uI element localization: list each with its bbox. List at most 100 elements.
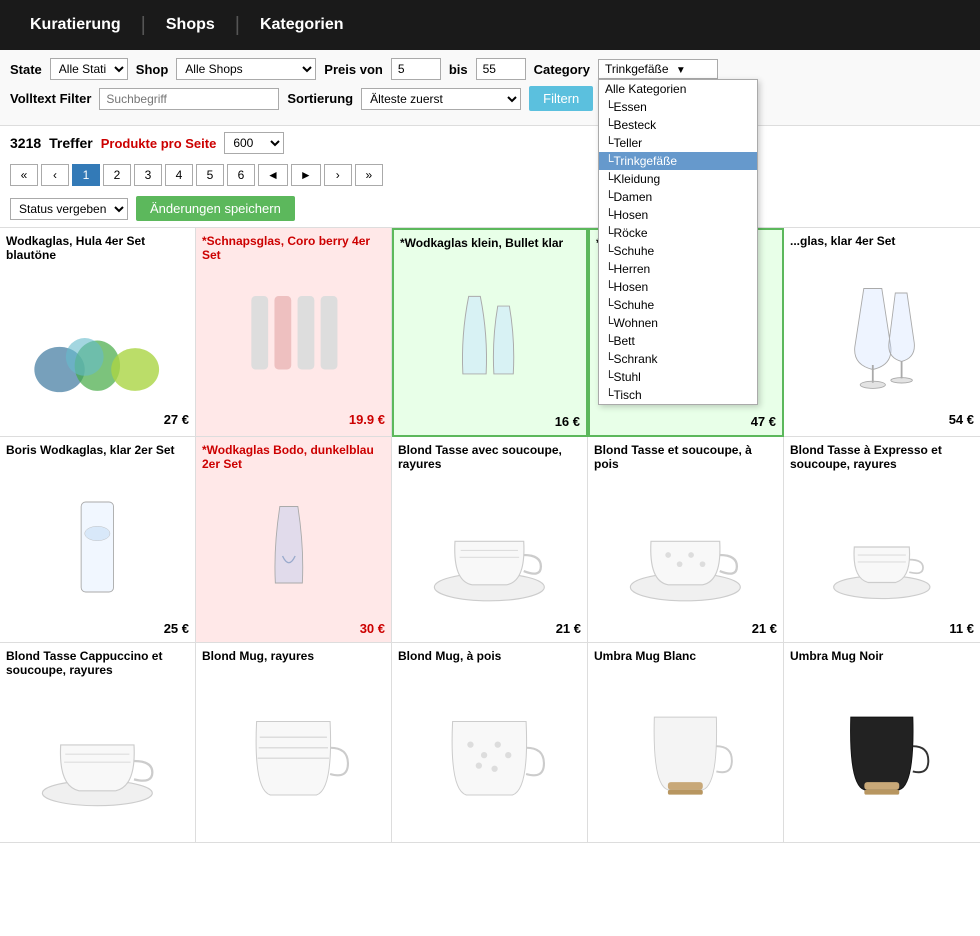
page-last[interactable]: » [355, 164, 383, 186]
product-img-7 [202, 477, 385, 617]
cat-teller[interactable]: └Teller [599, 134, 757, 152]
sortierung-select[interactable]: Älteste zuerst Neueste zuerst Preis aufs… [361, 88, 521, 110]
nav-shops[interactable]: Shops [146, 16, 235, 34]
cat-schuhe-d[interactable]: └Schuhe [599, 242, 757, 260]
product-card-15: Umbra Mug Noir [784, 643, 980, 843]
page-next-next[interactable]: › [324, 164, 352, 186]
product-img-9 [594, 477, 777, 617]
product-img-5 [790, 268, 974, 408]
cat-hosen-h[interactable]: └Hosen [599, 278, 757, 296]
filters-section: State Alle Stati Aktiv Inaktiv Shop Alle… [0, 50, 980, 126]
cat-rocke[interactable]: └Röcke [599, 224, 757, 242]
status-select[interactable]: Status vergeben Aktiv Inaktiv [10, 198, 128, 220]
product-img-2 [202, 268, 385, 408]
product-title-12: Blond Mug, rayures [202, 649, 385, 679]
product-card-6: Boris Wodkaglas, klar 2er Set 25 € [0, 437, 196, 643]
product-title-5: ...glas, klar 4er Set [790, 234, 974, 264]
product-price-4: 47 € [596, 414, 776, 429]
page-prev-arr[interactable]: ◄ [258, 164, 288, 186]
product-title-2: *Schnapsglas, Coro berry 4er Set [202, 234, 385, 264]
category-value: Trinkgefäße [605, 62, 669, 76]
category-display[interactable]: Trinkgefäße ▼ [598, 59, 718, 79]
product-img-6 [6, 477, 189, 617]
preis-von-input[interactable] [391, 58, 441, 80]
product-img-8 [398, 477, 581, 617]
product-price-1: 27 € [6, 412, 189, 427]
product-card-14: Umbra Mug Blanc [588, 643, 784, 843]
category-label: Category [534, 62, 590, 77]
product-title-9: Blond Tasse et soucoupe, à pois [594, 443, 777, 473]
page-next-arr[interactable]: ► [291, 164, 321, 186]
product-img-13 [398, 683, 581, 823]
page-first[interactable]: « [10, 164, 38, 186]
main-nav: Kuratierung | Shops | Kategorien [10, 14, 364, 37]
preis-bis-input[interactable] [476, 58, 526, 80]
page-6[interactable]: 6 [227, 164, 255, 186]
sortierung-label: Sortierung [287, 91, 353, 106]
page-3[interactable]: 3 [134, 164, 162, 186]
product-title-6: Boris Wodkaglas, klar 2er Set [6, 443, 189, 473]
product-card-1: Wodkaglas, Hula 4er Set blautöne 27 € [0, 228, 196, 437]
product-title-3: *Wodkaglas klein, Bullet klar [400, 236, 580, 266]
category-select-wrapper[interactable]: Trinkgefäße ▼ Alle Kategorien └Essen └Be… [598, 59, 718, 79]
product-card-12: Blond Mug, rayures [196, 643, 392, 843]
product-img-15 [790, 683, 974, 823]
per-page-select[interactable]: 600 100 200 [224, 132, 284, 154]
cat-trinkgefaesse[interactable]: └Trinkgefäße [599, 152, 757, 170]
cat-schuhe-h[interactable]: └Schuhe [599, 296, 757, 314]
filter-row-1: State Alle Stati Aktiv Inaktiv Shop Alle… [10, 58, 970, 80]
results-label: Treffer [49, 135, 93, 151]
cat-bett[interactable]: └Bett [599, 332, 757, 350]
volltext-label: Volltext Filter [10, 91, 91, 106]
state-label: State [10, 62, 42, 77]
cat-schrank[interactable]: └Schrank [599, 350, 757, 368]
product-price-7: 30 € [202, 621, 385, 636]
product-card-13: Blond Mug, à pois [392, 643, 588, 843]
product-title-14: Umbra Mug Blanc [594, 649, 777, 679]
pagination: « ‹ 1 2 3 4 5 6 ◄ ► › » [0, 160, 980, 190]
page-5[interactable]: 5 [196, 164, 224, 186]
product-title-11: Blond Tasse Cappuccino et soucoupe, rayu… [6, 649, 189, 679]
cat-essen[interactable]: └Essen [599, 98, 757, 116]
header: Kuratierung | Shops | Kategorien [0, 0, 980, 50]
product-title-7: *Wodkaglas Bodo, dunkelblau 2er Set [202, 443, 385, 473]
cat-hosen-d[interactable]: └Hosen [599, 206, 757, 224]
product-grid: Wodkaglas, Hula 4er Set blautöne 27 € *S… [0, 227, 980, 843]
product-title-1: Wodkaglas, Hula 4er Set blautöne [6, 234, 189, 264]
product-price-10: 11 € [790, 621, 974, 636]
cat-stuhl[interactable]: └Stuhl [599, 368, 757, 386]
cat-herren[interactable]: └Herren [599, 260, 757, 278]
state-select[interactable]: Alle Stati Aktiv Inaktiv [50, 58, 128, 80]
product-card-9: Blond Tasse et soucoupe, à pois 21 € [588, 437, 784, 643]
save-button[interactable]: Änderungen speichern [136, 196, 295, 221]
page-4[interactable]: 4 [165, 164, 193, 186]
product-img-14 [594, 683, 777, 823]
page-1[interactable]: 1 [72, 164, 100, 186]
cat-alle[interactable]: Alle Kategorien [599, 80, 757, 98]
product-price-3: 16 € [400, 414, 580, 429]
product-title-15: Umbra Mug Noir [790, 649, 974, 679]
product-card-5: ...glas, klar 4er Set 54 € [784, 228, 980, 437]
per-page-label: Produkte pro Seite [101, 136, 217, 151]
filter-button[interactable]: Filtern [529, 86, 593, 111]
product-card-11: Blond Tasse Cappuccino et soucoupe, rayu… [0, 643, 196, 843]
cat-besteck[interactable]: └Besteck [599, 116, 757, 134]
nav-kategorien[interactable]: Kategorien [240, 16, 364, 34]
cat-wohnen[interactable]: └Wohnen [599, 314, 757, 332]
volltext-input[interactable] [99, 88, 279, 110]
product-card-10: Blond Tasse à Expresso et soucoupe, rayu… [784, 437, 980, 643]
product-title-8: Blond Tasse avec soucoupe, rayures [398, 443, 581, 473]
product-img-10 [790, 477, 974, 617]
product-card-3: *Wodkaglas klein, Bullet klar 16 € [392, 228, 588, 437]
chevron-down-icon: ▼ [676, 65, 686, 76]
product-price-9: 21 € [594, 621, 777, 636]
page-2[interactable]: 2 [103, 164, 131, 186]
page-prev-prev[interactable]: ‹ [41, 164, 69, 186]
shop-select[interactable]: Alle Shops [176, 58, 316, 80]
cat-tisch[interactable]: └Tisch [599, 386, 757, 404]
cat-damen[interactable]: └Damen [599, 188, 757, 206]
nav-kuratierung[interactable]: Kuratierung [10, 16, 141, 34]
filter-row-2: Volltext Filter Sortierung Älteste zuers… [10, 86, 970, 111]
status-bar: Status vergeben Aktiv Inaktiv Änderungen… [0, 190, 980, 227]
cat-kleidung[interactable]: └Kleidung [599, 170, 757, 188]
